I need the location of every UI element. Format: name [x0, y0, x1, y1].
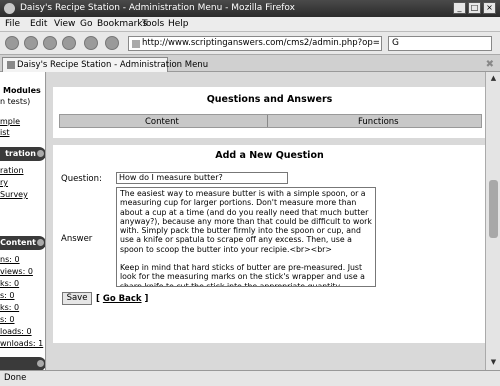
- add-question-form: Add a New Question Question: How do I me…: [53, 145, 485, 343]
- sidebar-link[interactable]: Survey: [0, 190, 28, 199]
- modules-subtext: n tests): [0, 97, 31, 106]
- status-text: Done: [4, 373, 27, 383]
- stat-line[interactable]: s: 0: [0, 291, 15, 300]
- collapse-icon[interactable]: [37, 239, 44, 246]
- menu-go[interactable]: Go: [80, 19, 92, 29]
- sidebar-link[interactable]: mple: [0, 117, 20, 126]
- tab-admin-menu[interactable]: Daisy's Recipe Station - Administration …: [2, 57, 208, 72]
- save-button[interactable]: Save: [62, 292, 92, 305]
- form-heading: Add a New Question: [215, 150, 324, 161]
- stat-line[interactable]: s: 0: [0, 315, 15, 324]
- url-text: http://www.scriptinganswers.com/cms2/adm…: [142, 38, 380, 48]
- status-bar: Done: [0, 370, 500, 386]
- firefox-icon: [4, 3, 15, 14]
- stat-line[interactable]: wnloads: 1: [0, 339, 43, 348]
- scroll-up-icon[interactable]: ▲: [488, 74, 499, 84]
- answer-label: Answer: [61, 234, 93, 244]
- tab-page-icon: [7, 61, 15, 69]
- navigation-toolbar: http://www.scriptinganswers.com/cms2/adm…: [0, 32, 500, 55]
- answer-paragraph: The easiest way to measure butter is wit…: [120, 189, 372, 254]
- back-icon[interactable]: [5, 36, 19, 50]
- window-titlebar: Daisy's Recipe Station - Administration …: [0, 0, 500, 17]
- menu-help[interactable]: Help: [168, 19, 189, 29]
- close-tab-icon[interactable]: ✖: [486, 59, 494, 70]
- sidebar-link[interactable]: ist: [0, 128, 10, 137]
- menu-file[interactable]: File: [5, 19, 20, 29]
- question-input[interactable]: How do I measure butter?: [116, 172, 288, 184]
- answer-paragraph: Keep in mind that hard sticks of butter …: [120, 263, 365, 287]
- bookmark-icon[interactable]: [105, 36, 119, 50]
- search-field[interactable]: G: [388, 36, 492, 51]
- sidebar-link[interactable]: ry: [0, 178, 8, 187]
- forward-icon[interactable]: [24, 36, 38, 50]
- stat-line[interactable]: views: 0: [0, 267, 33, 276]
- main-content: Questions and Answers Content Functions …: [47, 72, 485, 370]
- content-header: Content: [0, 236, 45, 250]
- menu-bookmarks[interactable]: Bookmarks: [97, 19, 147, 29]
- url-field[interactable]: http://www.scriptinganswers.com/cms2/adm…: [128, 36, 382, 51]
- stat-line[interactable]: loads: 0: [0, 327, 32, 336]
- stat-line[interactable]: ks: 0: [0, 303, 19, 312]
- home-icon[interactable]: [84, 36, 98, 50]
- page-icon: [132, 40, 140, 48]
- tab-bar: Daisy's Recipe Station - Administration …: [0, 55, 500, 72]
- table-header: Content Functions: [59, 114, 482, 128]
- reload-icon[interactable]: [43, 36, 57, 50]
- menu-edit[interactable]: Edit: [30, 19, 47, 29]
- minimize-button[interactable]: _: [453, 2, 466, 14]
- menu-view[interactable]: View: [54, 19, 75, 29]
- stat-line[interactable]: ns: 0: [0, 255, 20, 264]
- google-search-icon: G: [392, 38, 399, 48]
- window-title: Daisy's Recipe Station - Administration …: [20, 3, 295, 13]
- maximize-button[interactable]: □: [468, 2, 481, 14]
- stop-icon[interactable]: [62, 36, 76, 50]
- collapse-icon[interactable]: [37, 360, 44, 367]
- column-content: Content: [145, 117, 179, 127]
- close-button[interactable]: ×: [483, 2, 496, 14]
- administration-header: tration: [0, 147, 45, 161]
- menu-tools[interactable]: Tools: [142, 19, 164, 29]
- question-label: Question:: [61, 174, 102, 184]
- panel-heading: Questions and Answers: [206, 94, 333, 105]
- column-functions: Functions: [358, 117, 399, 127]
- vertical-scrollbar[interactable]: ▲ ▼: [485, 72, 500, 370]
- answer-textarea[interactable]: The easiest way to measure butter is wit…: [116, 187, 376, 287]
- scroll-thumb[interactable]: [489, 180, 498, 238]
- go-back-link-wrapper: [ Go Back ]: [96, 294, 149, 304]
- modules-heading: Modules: [3, 86, 41, 95]
- sidebar-link[interactable]: ration: [0, 166, 24, 175]
- collapse-icon[interactable]: [37, 150, 44, 157]
- menu-bar: File Edit View Go Bookmarks Tools Help: [0, 17, 500, 32]
- go-back-link[interactable]: Go Back: [103, 294, 142, 304]
- tab-label: Daisy's Recipe Station - Administration …: [17, 60, 209, 70]
- sidebar: Modules n tests) mple ist tration ration…: [0, 72, 46, 370]
- questions-answers-panel: Questions and Answers Content Functions: [53, 87, 485, 138]
- scroll-down-icon[interactable]: ▼: [488, 358, 499, 368]
- collapsed-section-header: [0, 357, 45, 370]
- stat-line[interactable]: ks: 0: [0, 279, 19, 288]
